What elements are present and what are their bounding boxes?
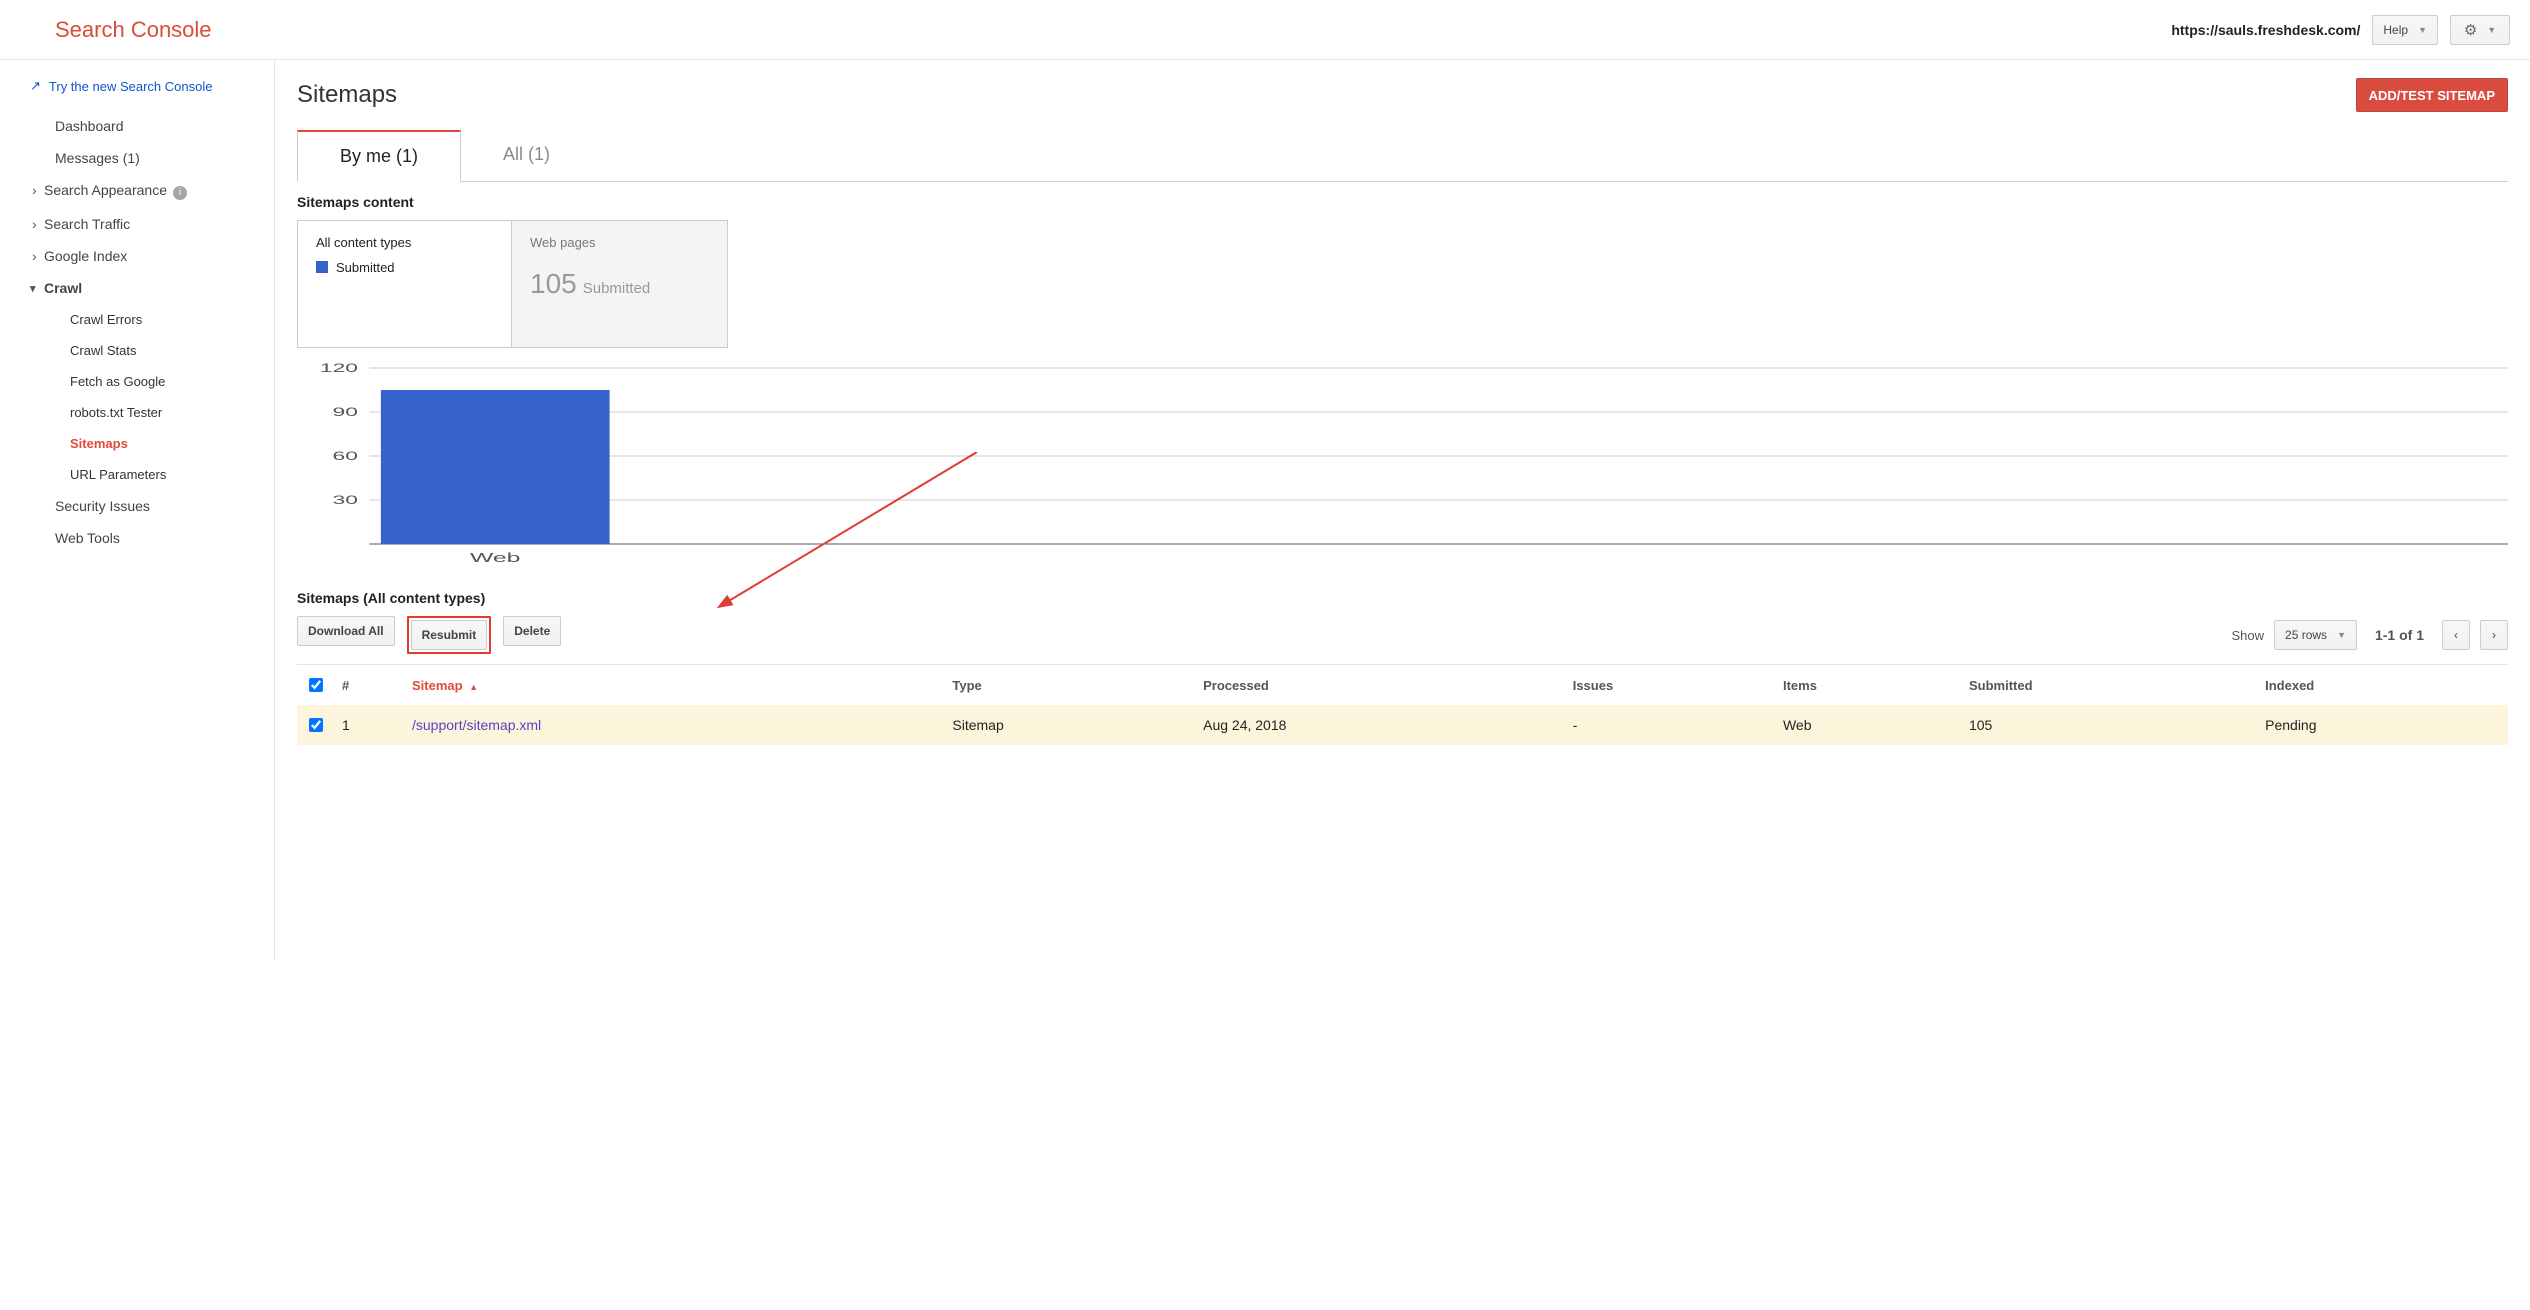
external-link-icon: ↗ bbox=[30, 78, 41, 94]
card-all-content-types[interactable]: All content types Submitted bbox=[297, 220, 512, 348]
sitemaps-table: #Sitemap ▲TypeProcessedIssuesItemsSubmit… bbox=[297, 664, 2508, 745]
table-header[interactable]: Items bbox=[1775, 665, 1961, 706]
site-url[interactable]: https://sauls.freshdesk.com/ bbox=[2171, 22, 2360, 38]
table-cell: Web bbox=[1775, 705, 1961, 745]
gear-icon: ⚙ bbox=[2464, 21, 2477, 39]
table-cell: 1 bbox=[334, 705, 404, 745]
delete-button[interactable]: Delete bbox=[503, 616, 561, 646]
sidebar-item-label: Crawl Errors bbox=[70, 312, 142, 327]
sidebar-item-label: Security Issues bbox=[55, 498, 150, 514]
svg-text:Web: Web bbox=[470, 551, 520, 565]
legend-submitted: Submitted bbox=[336, 260, 395, 275]
sidebar-item-label: Crawl bbox=[44, 280, 82, 296]
sidebar-item-label: Search Traffic bbox=[44, 216, 130, 232]
sidebar: ↗ Try the new Search Console Dashboard Me… bbox=[0, 60, 275, 960]
tab[interactable]: By me (1) bbox=[297, 130, 461, 182]
table-row[interactable]: 1/support/sitemap.xml SitemapAug 24, 2018… bbox=[297, 705, 2508, 745]
sidebar-item[interactable]: Search Appearance i bbox=[0, 174, 274, 208]
resubmit-button[interactable]: Resubmit bbox=[411, 620, 488, 650]
chevron-down-icon: ▼ bbox=[2487, 25, 2496, 35]
download-all-button[interactable]: Download All bbox=[297, 616, 395, 646]
sitemap-link[interactable]: /support/sitemap.xml bbox=[412, 717, 541, 733]
sidebar-item[interactable]: Sitemaps bbox=[0, 428, 274, 459]
sitemaps-content-heading: Sitemaps content bbox=[297, 194, 2508, 210]
select-all-checkbox[interactable] bbox=[309, 678, 323, 692]
tab[interactable]: All (1) bbox=[461, 130, 592, 181]
table-header[interactable]: Indexed bbox=[2257, 665, 2508, 706]
pagination-range: 1-1 of 1 bbox=[2375, 627, 2424, 643]
try-new-console-link[interactable]: ↗ Try the new Search Console bbox=[0, 74, 274, 110]
sidebar-item-label: Search Appearance bbox=[44, 182, 167, 198]
sidebar-item[interactable]: Crawl bbox=[0, 272, 274, 304]
add-test-sitemap-button[interactable]: ADD/TEST SITEMAP bbox=[2356, 78, 2508, 112]
sidebar-item-label: Dashboard bbox=[55, 118, 124, 134]
table-header[interactable]: Sitemap ▲ bbox=[404, 665, 944, 706]
sort-asc-icon: ▲ bbox=[469, 682, 478, 692]
sidebar-item-label: Sitemaps bbox=[70, 436, 128, 451]
sidebar-item[interactable]: Web Tools bbox=[0, 522, 274, 554]
sidebar-item[interactable]: robots.txt Tester bbox=[0, 397, 274, 428]
table-header[interactable]: Issues bbox=[1565, 665, 1775, 706]
card-all-title: All content types bbox=[316, 235, 493, 250]
help-button[interactable]: Help ▼ bbox=[2372, 15, 2438, 45]
sidebar-item[interactable]: URL Parameters bbox=[0, 459, 274, 490]
try-link-label: Try the new Search Console bbox=[49, 79, 213, 94]
chevron-down-icon: ▼ bbox=[2418, 25, 2427, 35]
sidebar-item[interactable]: Security Issues bbox=[0, 490, 274, 522]
card-web-title: Web pages bbox=[530, 235, 709, 250]
table-cell: - bbox=[1565, 705, 1775, 745]
svg-text:60: 60 bbox=[333, 449, 358, 463]
settings-button[interactable]: ⚙ ▼ bbox=[2450, 15, 2510, 45]
show-label: Show bbox=[2232, 628, 2265, 643]
sidebar-item[interactable]: Crawl Errors bbox=[0, 304, 274, 335]
sidebar-item-label: Fetch as Google bbox=[70, 374, 165, 389]
next-page-button[interactable]: › bbox=[2480, 620, 2508, 650]
sitemap-bar-chart: 30 60 90 120 Web bbox=[297, 362, 2508, 572]
sidebar-item-label: URL Parameters bbox=[70, 467, 166, 482]
rows-sel-value: 25 rows bbox=[2285, 628, 2327, 642]
card-web-pages[interactable]: Web pages 105 Submitted bbox=[511, 220, 728, 348]
table-header[interactable]: Type bbox=[944, 665, 1195, 706]
card-web-value: 105 bbox=[530, 268, 577, 299]
card-web-tag: Submitted bbox=[583, 280, 651, 297]
sidebar-item[interactable]: Crawl Stats bbox=[0, 335, 274, 366]
table-cell: Pending bbox=[2257, 705, 2508, 745]
svg-text:30: 30 bbox=[333, 493, 358, 507]
sidebar-item[interactable]: Dashboard bbox=[0, 110, 274, 142]
table-cell: 105 bbox=[1961, 705, 2257, 745]
sidebar-item-label: Google Index bbox=[44, 248, 127, 264]
sidebar-item-label: robots.txt Tester bbox=[70, 405, 162, 420]
table-cell: /support/sitemap.xml bbox=[404, 705, 944, 745]
svg-text:120: 120 bbox=[320, 362, 358, 375]
info-icon: i bbox=[173, 186, 187, 200]
rows-per-page-select[interactable]: 25 rows ▼ bbox=[2274, 620, 2357, 650]
sidebar-item-label: Messages (1) bbox=[55, 150, 140, 166]
sidebar-item-label: Web Tools bbox=[55, 530, 120, 546]
sidebar-item-label: Crawl Stats bbox=[70, 343, 136, 358]
chevron-right-icon: › bbox=[2492, 628, 2496, 642]
sidebar-item[interactable]: Google Index bbox=[0, 240, 274, 272]
table-cell: Aug 24, 2018 bbox=[1195, 705, 1565, 745]
table-cell: Sitemap bbox=[944, 705, 1195, 745]
resubmit-highlight: Resubmit bbox=[407, 616, 492, 654]
chevron-left-icon: ‹ bbox=[2454, 628, 2458, 642]
svg-text:90: 90 bbox=[333, 405, 358, 419]
table-header[interactable]: # bbox=[334, 665, 404, 706]
sidebar-item[interactable]: Messages (1) bbox=[0, 142, 274, 174]
table-header[interactable]: Submitted bbox=[1961, 665, 2257, 706]
prev-page-button[interactable]: ‹ bbox=[2442, 620, 2470, 650]
table-header[interactable]: Processed bbox=[1195, 665, 1565, 706]
sidebar-item[interactable]: Search Traffic bbox=[0, 208, 274, 240]
legend-swatch bbox=[316, 261, 328, 273]
chevron-down-icon: ▼ bbox=[2337, 630, 2346, 640]
page-title: Sitemaps bbox=[297, 81, 397, 109]
app-logo[interactable]: Search Console bbox=[55, 17, 212, 43]
sitemaps-list-heading: Sitemaps (All content types) bbox=[297, 590, 2508, 606]
row-checkbox[interactable] bbox=[309, 718, 323, 732]
sidebar-item[interactable]: Fetch as Google bbox=[0, 366, 274, 397]
help-label: Help bbox=[2383, 23, 2408, 37]
